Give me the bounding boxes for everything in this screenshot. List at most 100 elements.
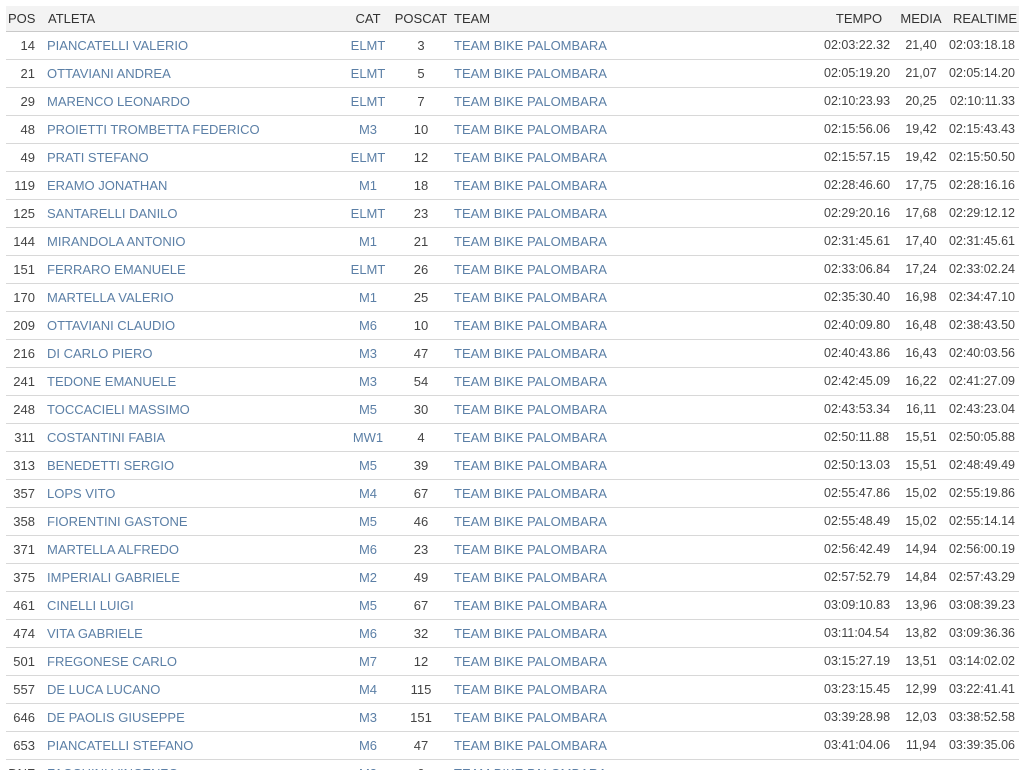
team-link[interactable]: TEAM BIKE PALOMBARA — [448, 759, 820, 770]
category-link[interactable]: M3 — [342, 703, 394, 732]
team-link[interactable]: TEAM BIKE PALOMBARA — [448, 591, 820, 620]
table-row: 144 MIRANDOLA ANTONIO M1 21 TEAM BIKE PALOMB… — [6, 227, 1019, 256]
team-link[interactable]: TEAM BIKE PALOMBARA — [448, 339, 820, 368]
team-link[interactable]: TEAM BIKE PALOMBARA — [448, 647, 820, 676]
team-link[interactable]: TEAM BIKE PALOMBARA — [448, 507, 820, 536]
athlete-link[interactable]: BENEDETTI SERGIO — [42, 451, 342, 480]
category-link[interactable]: M5 — [342, 451, 394, 480]
team-link[interactable]: TEAM BIKE PALOMBARA — [448, 59, 820, 88]
athlete-link[interactable]: FREGONESE CARLO — [42, 647, 342, 676]
athlete-link[interactable]: PIANCATELLI VALERIO — [42, 31, 342, 60]
team-link[interactable]: TEAM BIKE PALOMBARA — [448, 731, 820, 760]
cell-pos: 501 — [6, 647, 42, 676]
athlete-link[interactable]: PRATI STEFANO — [42, 143, 342, 172]
team-link[interactable]: TEAM BIKE PALOMBARA — [448, 171, 820, 200]
team-link[interactable]: TEAM BIKE PALOMBARA — [448, 479, 820, 508]
athlete-link[interactable]: DE PAOLIS GIUSEPPE — [42, 703, 342, 732]
category-link[interactable]: M5 — [342, 507, 394, 536]
category-link[interactable]: ELMT — [342, 143, 394, 172]
category-link[interactable]: ELMT — [342, 255, 394, 284]
athlete-link[interactable]: SANTARELLI DANILO — [42, 199, 342, 228]
athlete-link[interactable]: OTTAVIANI CLAUDIO — [42, 311, 342, 340]
athlete-link[interactable]: TOCCACIELI MASSIMO — [42, 395, 342, 424]
athlete-link[interactable]: ERAMO JONATHAN — [42, 171, 342, 200]
category-link[interactable]: M2 — [342, 563, 394, 592]
athlete-link[interactable]: FERRARO EMANUELE — [42, 255, 342, 284]
category-link[interactable]: M3 — [342, 367, 394, 396]
cell-pos: 21 — [6, 59, 42, 88]
header-team[interactable]: TEAM — [448, 6, 820, 32]
category-link[interactable]: M4 — [342, 479, 394, 508]
cell-media: 11,94 — [898, 731, 944, 760]
athlete-link[interactable]: FACCHINI VINCENZO — [42, 759, 342, 770]
category-link[interactable]: M5 — [342, 395, 394, 424]
category-link[interactable]: M6 — [342, 311, 394, 340]
cell-poscat: 49 — [394, 563, 448, 592]
category-link[interactable]: M3 — [342, 339, 394, 368]
cell-realtime: 03:09:36.36 — [944, 619, 1019, 648]
category-link[interactable]: ELMT — [342, 199, 394, 228]
header-pos[interactable]: POS — [6, 6, 42, 32]
header-realtime[interactable]: REALTIME — [944, 6, 1019, 32]
category-link[interactable]: M4 — [342, 675, 394, 704]
cell-pos: 151 — [6, 255, 42, 284]
table-row: 248 TOCCACIELI MASSIMO M5 30 TEAM BIKE PALOM… — [6, 395, 1019, 424]
team-link[interactable]: TEAM BIKE PALOMBARA — [448, 199, 820, 228]
athlete-link[interactable]: TEDONE EMANUELE — [42, 367, 342, 396]
athlete-link[interactable]: LOPS VITO — [42, 479, 342, 508]
category-link[interactable]: M7 — [342, 647, 394, 676]
table-row: DNFFACCHINI VINCENZOM30TEAM BIKE PALOMBA… — [6, 759, 1019, 770]
category-link[interactable]: MW1 — [342, 423, 394, 452]
header-tempo[interactable]: TEMPO — [820, 6, 898, 32]
team-link[interactable]: TEAM BIKE PALOMBARA — [448, 227, 820, 256]
athlete-link[interactable]: MARTELLA VALERIO — [42, 283, 342, 312]
team-link[interactable]: TEAM BIKE PALOMBARA — [448, 703, 820, 732]
category-link[interactable]: M3 — [342, 759, 394, 770]
athlete-link[interactable]: FIORENTINI GASTONE — [42, 507, 342, 536]
category-link[interactable]: M1 — [342, 283, 394, 312]
team-link[interactable]: TEAM BIKE PALOMBARA — [448, 311, 820, 340]
header-cat[interactable]: CAT — [342, 6, 394, 32]
category-link[interactable]: M3 — [342, 115, 394, 144]
athlete-link[interactable]: DI CARLO PIERO — [42, 339, 342, 368]
team-link[interactable]: TEAM BIKE PALOMBARA — [448, 115, 820, 144]
team-link[interactable]: TEAM BIKE PALOMBARA — [448, 31, 820, 60]
athlete-link[interactable]: PIANCATELLI STEFANO — [42, 731, 342, 760]
team-link[interactable]: TEAM BIKE PALOMBARA — [448, 143, 820, 172]
athlete-link[interactable]: DE LUCA LUCANO — [42, 675, 342, 704]
team-link[interactable]: TEAM BIKE PALOMBARA — [448, 535, 820, 564]
team-link[interactable]: TEAM BIKE PALOMBARA — [448, 423, 820, 452]
header-atleta[interactable]: ATLETA — [42, 6, 342, 32]
athlete-link[interactable]: IMPERIALI GABRIELE — [42, 563, 342, 592]
team-link[interactable]: TEAM BIKE PALOMBARA — [448, 619, 820, 648]
category-link[interactable]: M1 — [342, 171, 394, 200]
category-link[interactable]: M6 — [342, 731, 394, 760]
category-link[interactable]: M5 — [342, 591, 394, 620]
category-link[interactable]: ELMT — [342, 87, 394, 116]
header-media[interactable]: MEDIA — [898, 6, 944, 32]
athlete-link[interactable]: MARENCO LEONARDO — [42, 87, 342, 116]
cell-tempo: 02:57:52.79 — [820, 563, 898, 592]
team-link[interactable]: TEAM BIKE PALOMBARA — [448, 451, 820, 480]
athlete-link[interactable]: COSTANTINI FABIA — [42, 423, 342, 452]
team-link[interactable]: TEAM BIKE PALOMBARA — [448, 255, 820, 284]
team-link[interactable]: TEAM BIKE PALOMBARA — [448, 563, 820, 592]
team-link[interactable]: TEAM BIKE PALOMBARA — [448, 675, 820, 704]
category-link[interactable]: ELMT — [342, 31, 394, 60]
team-link[interactable]: TEAM BIKE PALOMBARA — [448, 395, 820, 424]
athlete-link[interactable]: MARTELLA ALFREDO — [42, 535, 342, 564]
athlete-link[interactable]: VITA GABRIELE — [42, 619, 342, 648]
category-link[interactable]: M6 — [342, 535, 394, 564]
team-link[interactable]: TEAM BIKE PALOMBARA — [448, 283, 820, 312]
athlete-link[interactable]: CINELLI LUIGI — [42, 591, 342, 620]
category-link[interactable]: ELMT — [342, 59, 394, 88]
athlete-link[interactable]: MIRANDOLA ANTONIO — [42, 227, 342, 256]
cell-media: 15,02 — [898, 479, 944, 508]
athlete-link[interactable]: OTTAVIANI ANDREA — [42, 59, 342, 88]
category-link[interactable]: M6 — [342, 619, 394, 648]
team-link[interactable]: TEAM BIKE PALOMBARA — [448, 367, 820, 396]
athlete-link[interactable]: PROIETTI TROMBETTA FEDERICO — [42, 115, 342, 144]
header-poscat[interactable]: POSCAT — [394, 6, 448, 32]
category-link[interactable]: M1 — [342, 227, 394, 256]
team-link[interactable]: TEAM BIKE PALOMBARA — [448, 87, 820, 116]
